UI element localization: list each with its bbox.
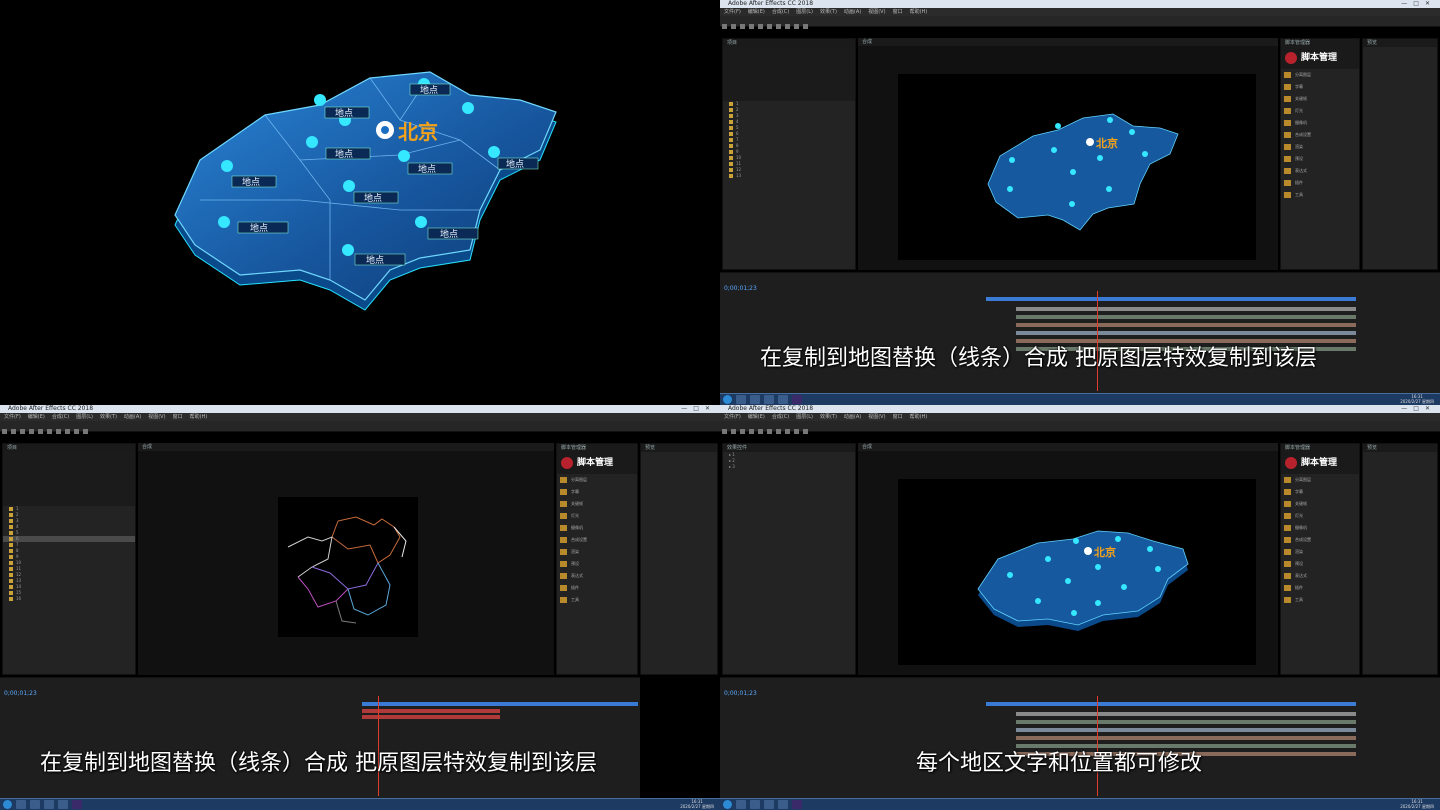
script-item[interactable]: 合成设置 (557, 534, 637, 546)
script-logo: 脚本管理 (1281, 452, 1359, 474)
script-item[interactable]: 关键帧 (557, 498, 637, 510)
script-logo: 脚本管理 (1281, 47, 1359, 69)
window-titlebar: Adobe After Effects CC 2018 —□✕ (720, 0, 1440, 8)
script-item[interactable]: 预设 (1281, 153, 1359, 165)
menu-bar[interactable]: 文件(F) 编辑(E) 合成(C) 图层(L) 效果(T) 动画(A) 视图(V) 窗口 帮助(… (720, 413, 1440, 421)
script-item[interactable]: 渲染 (1281, 546, 1359, 558)
menu-bar[interactable]: 文件(F) 编辑(E) 合成(C) 图层(L) 效果(T) 动画(A) 视图(V) 窗口 帮助(… (0, 413, 720, 421)
script-item[interactable]: 分离图层 (1281, 69, 1359, 81)
script-item[interactable]: 工具 (557, 594, 637, 606)
timecode[interactable]: 0;00;01;23 (724, 690, 757, 697)
taskbar-clock: 16:31 2020/2/27 星期四 (1400, 799, 1434, 809)
timecode[interactable]: 0;00;01;23 (4, 690, 37, 697)
effects-panel[interactable]: 预览 (1362, 443, 1438, 675)
composition-canvas: 北京 (898, 479, 1256, 665)
script-item[interactable]: 表达式 (1281, 570, 1359, 582)
tools-toolbar[interactable] (0, 421, 720, 434)
script-item[interactable]: 预设 (557, 558, 637, 570)
ae-window-bottom-right: Adobe After Effects CC 2018 —□✕ 文件(F) 编辑(… (720, 405, 1440, 810)
subtitle: 每个地区文字和位置都可修改 (916, 751, 1203, 776)
subtitle: 在复制到地图替换（线条）合成 把原图层特效复制到该层 (40, 751, 597, 776)
composition-viewer[interactable]: 合成 北京 (858, 38, 1278, 270)
map-label: 地点 (440, 228, 458, 240)
map-label: 地点 (335, 148, 353, 160)
script-item[interactable]: 预设 (1281, 558, 1359, 570)
ae-window-top-right: Adobe After Effects CC 2018 —□✕ 文件(F) 编辑(… (720, 0, 1440, 405)
script-item[interactable]: 渲染 (557, 546, 637, 558)
timeline-panel[interactable]: 0;00;01;23 (720, 677, 1440, 799)
composition-viewer[interactable]: 合成 北京 (858, 443, 1278, 675)
menu-bar[interactable]: 文件(F) 编辑(E) 合成(C) 图层(L) 效果(T) 动画(A) 视图(V) 窗口 帮助(… (720, 8, 1440, 16)
composition-canvas (278, 497, 418, 637)
script-item[interactable]: 关键帧 (1281, 498, 1359, 510)
script-panel[interactable]: 脚本管理器 脚本管理 分离图层 字幕 关键帧 灯光 摄像机 合成设置 渲染 预设… (1280, 443, 1360, 675)
comp-map-title: 北京 (1094, 545, 1116, 559)
map-label: 地点 (506, 158, 524, 170)
script-panel[interactable]: 脚本管理器 脚本管理 分离图层 字幕 关键帧 灯光 摄像机 合成设置 渲染 预设… (556, 443, 638, 675)
script-item[interactable]: 渲染 (1281, 141, 1359, 153)
script-logo: 脚本管理 (557, 452, 637, 474)
map-label: 地点 (250, 222, 268, 234)
script-item[interactable]: 工具 (1281, 594, 1359, 606)
tools-toolbar[interactable] (720, 16, 1440, 29)
comp-map-title: 北京 (1096, 136, 1118, 150)
script-item[interactable]: 表达式 (557, 570, 637, 582)
script-item[interactable]: 工具 (1281, 189, 1359, 201)
script-item[interactable]: 合成设置 (1281, 534, 1359, 546)
timeline-panel[interactable]: 0;00;01;23 (720, 272, 1440, 394)
script-item[interactable]: 摄像机 (557, 522, 637, 534)
script-item[interactable]: 摄像机 (1281, 117, 1359, 129)
map-label: 地点 (420, 84, 438, 96)
window-titlebar: Adobe After Effects CC 2018 —□✕ (0, 405, 720, 413)
script-item[interactable]: 插件 (1281, 177, 1359, 189)
effects-panel[interactable]: 预览 (640, 443, 718, 675)
script-item[interactable]: 摄像机 (1281, 522, 1359, 534)
project-panel[interactable]: 项目 1 2 3 4 5 6 7 8 9 10 11 12 13 14 15 1… (2, 443, 136, 675)
composition-viewer[interactable]: 合成 (138, 443, 554, 675)
script-item[interactable]: 分离图层 (557, 474, 637, 486)
project-panel[interactable]: 项目 1 2 3 4 5 6 7 8 9 10 11 12 13 (722, 38, 856, 270)
script-item[interactable]: 字幕 (557, 486, 637, 498)
script-item[interactable]: 分离图层 (1281, 474, 1359, 486)
script-item[interactable]: 表达式 (1281, 165, 1359, 177)
script-item[interactable]: 插件 (557, 582, 637, 594)
taskbar[interactable]: 16:31 2020/2/27 星期四 (720, 393, 1440, 405)
start-button[interactable] (3, 800, 12, 809)
script-item[interactable]: 字幕 (1281, 81, 1359, 93)
taskbar[interactable]: 16:31 2020/2/27 星期四 (0, 798, 720, 810)
script-item[interactable]: 插件 (1281, 582, 1359, 594)
script-item[interactable]: 关键帧 (1281, 93, 1359, 105)
script-panel[interactable]: 脚本管理器 脚本管理 分离图层 字幕 关键帧 灯光 摄像机 合成设置 渲染 预设… (1280, 38, 1360, 270)
beijing-map: 地点 地点 地点 地点 地点 地点 地点 地点 地点 地点 北京 (174, 71, 557, 311)
map-render-view: 地点 地点 地点 地点 地点 地点 地点 地点 地点 地点 北京 (0, 0, 720, 405)
timeline-panel[interactable]: 0;00;01;23 (0, 677, 640, 799)
script-item[interactable]: 灯光 (557, 510, 637, 522)
effect-controls-panel[interactable]: 效果控件 ▸ 1 ▸ 2 ▸ 3 (722, 443, 856, 675)
window-titlebar: Adobe After Effects CC 2018 —□✕ (720, 405, 1440, 413)
taskbar[interactable]: 16:31 2020/2/27 星期四 (720, 798, 1440, 810)
map-label: 地点 (364, 192, 382, 204)
start-button[interactable] (723, 800, 732, 809)
map-title: 北京 (398, 120, 438, 144)
tools-toolbar[interactable] (720, 421, 1440, 434)
taskbar-clock: 16:31 2020/2/27 星期四 (680, 799, 714, 809)
map-label: 地点 (335, 107, 353, 119)
subtitle: 在复制到地图替换（线条）合成 把原图层特效复制到该层 (760, 346, 1317, 371)
map-label: 地点 (366, 254, 384, 266)
script-item[interactable]: 灯光 (1281, 105, 1359, 117)
map-label: 地点 (418, 163, 436, 175)
script-item[interactable]: 合成设置 (1281, 129, 1359, 141)
script-item[interactable]: 灯光 (1281, 510, 1359, 522)
map-label: 地点 (242, 176, 260, 188)
effects-panel[interactable]: 预览 (1362, 38, 1438, 270)
timecode[interactable]: 0;00;01;23 (724, 285, 757, 292)
ae-window-bottom-left: Adobe After Effects CC 2018 —□✕ 文件(F) 编辑(… (0, 405, 720, 810)
composition-canvas: 北京 (898, 74, 1256, 260)
start-button[interactable] (723, 395, 732, 404)
taskbar-clock: 16:31 2020/2/27 星期四 (1400, 394, 1434, 404)
script-item[interactable]: 字幕 (1281, 486, 1359, 498)
